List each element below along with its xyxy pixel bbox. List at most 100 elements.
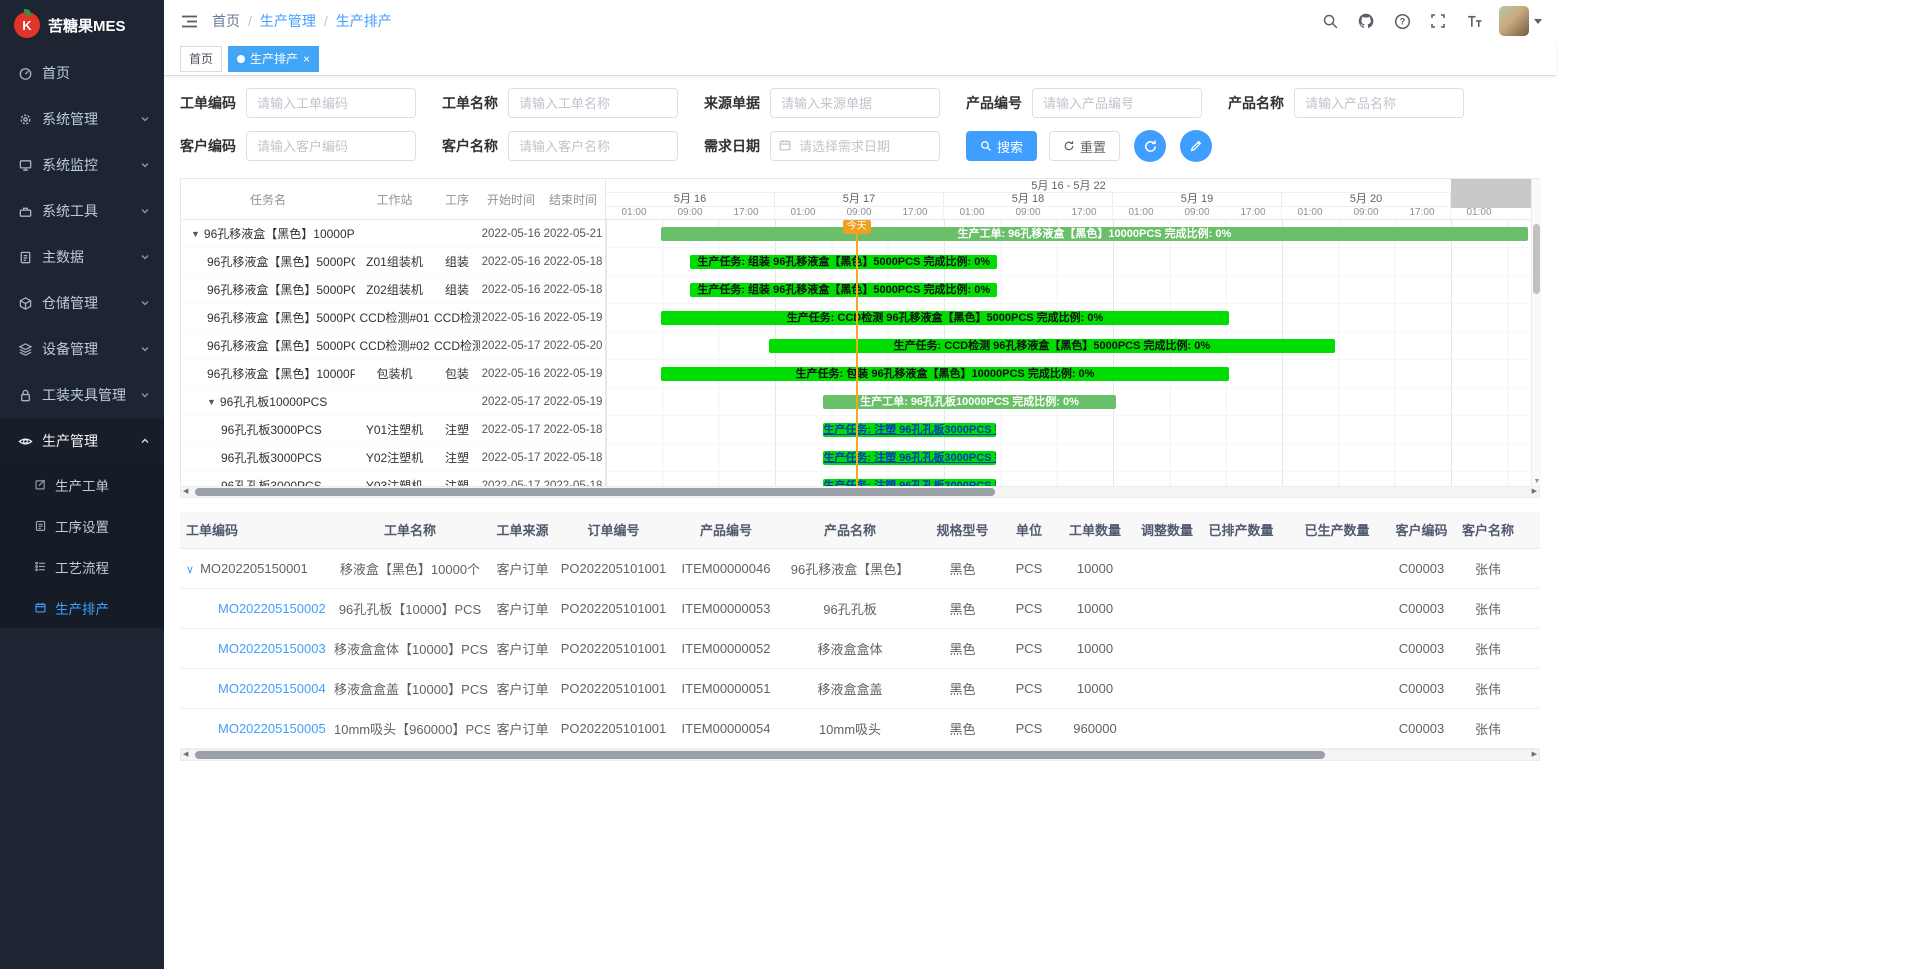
scroll-right-arrow-icon[interactable]: ▶ <box>1530 750 1539 760</box>
product-name-input[interactable] <box>1294 88 1464 118</box>
sidebar-item-warehouse[interactable]: 仓储管理 <box>0 280 164 326</box>
gantt-row-task[interactable]: 96孔移液盒【黑色】5000PCS CCD检测#02 CCD检测 2022-05… <box>181 332 605 360</box>
sidebar-item-system-tools[interactable]: 系统工具 <box>0 188 164 234</box>
document-icon <box>18 250 33 265</box>
sidebar-item-tooling[interactable]: 工装夹具管理 <box>0 372 164 418</box>
workorder-code-link[interactable]: MO202205150002 <box>218 601 326 616</box>
gantt-bar-task-selected[interactable]: 生产任务: 注塑 96孔孔板3000PCS 完成比例: 0% <box>823 451 996 465</box>
gantt-bar-task[interactable]: 生产任务: 包装 96孔移液盒【黑色】10000PCS 完成比例: 0% <box>661 367 1230 381</box>
today-badge: 今天 <box>843 220 871 234</box>
close-icon[interactable]: × <box>303 53 310 65</box>
scroll-right-arrow-icon[interactable]: ▶ <box>1530 487 1539 497</box>
gantt-row-task[interactable]: 96孔孔板3000PCS Y02注塑机 注塑 2022-05-17 2022-0… <box>181 444 605 472</box>
sidebar-toggle-icon[interactable] <box>178 10 200 32</box>
chevron-down-icon <box>140 295 150 311</box>
collapse-caret-icon[interactable]: ▼ <box>191 229 200 239</box>
sidebar-item-home[interactable]: 首页 <box>0 50 164 96</box>
timeline-header: 5月 16 - 5月 22 5月 16 5月 17 5月 18 5月 19 5月… <box>606 179 1531 220</box>
help-icon[interactable]: ? <box>1391 10 1413 32</box>
row-expand-icon[interactable]: ∨ <box>186 564 194 576</box>
scroll-left-arrow-icon[interactable]: ◀ <box>181 750 190 760</box>
caret-down-icon <box>1534 19 1542 24</box>
layers-icon <box>18 342 33 357</box>
customer-code-input[interactable] <box>246 131 416 161</box>
scroll-down-arrow-icon[interactable]: ▼ <box>1532 478 1542 485</box>
source-doc-input[interactable] <box>770 88 940 118</box>
breadcrumb: 首页 / 生产管理 / 生产排产 <box>212 11 392 31</box>
workorder-code-input[interactable] <box>246 88 416 118</box>
workorder-code-link[interactable]: MO202205150003 <box>218 641 326 656</box>
table-row[interactable]: MO202205150004 移液盒盒盖【10000】PCS 客户订单 PO20… <box>180 668 1540 708</box>
table-horizontal-scrollbar[interactable]: ◀ ▶ <box>180 749 1540 761</box>
filter-row-1: 工单编码 工单名称 来源单据 产品编号 产品名称 <box>180 88 1540 118</box>
gantt-bar-task[interactable]: 生产任务: 组装 96孔移液盒【黑色】5000PCS 完成比例: 0% <box>690 283 997 297</box>
app-window: 苦糖果MES 首页 系统管理 系统监控 系统工具 <box>0 0 1556 969</box>
gantt-task-table: 任务名 工作站 工序 开始时间 结束时间 ▼96孔移液盒【黑色】10000PCS… <box>181 179 606 486</box>
sidebar-item-production[interactable]: 生产管理 <box>0 418 164 464</box>
sidebar-item-process-flow[interactable]: 工艺流程 <box>0 546 164 587</box>
scrollbar-thumb[interactable] <box>195 488 995 496</box>
breadcrumb-production-mgmt[interactable]: 生产管理 <box>260 11 316 31</box>
timeline-header-filler <box>1451 179 1531 208</box>
gantt-horizontal-scrollbar[interactable]: ◀ ▶ <box>180 486 1540 498</box>
sidebar-item-production-scheduling[interactable]: 生产排产 <box>0 587 164 628</box>
edit-schedule-button[interactable] <box>1180 130 1212 162</box>
gantt-row-workorder[interactable]: ▼96孔孔板10000PCS 2022-05-17 2022-05-19 <box>181 388 605 416</box>
sidebar-item-process-settings[interactable]: 工序设置 <box>0 505 164 546</box>
tool-icon <box>18 204 33 219</box>
gantt-bar-task-selected[interactable]: 生产任务: 注塑 96孔孔板3000PCS 完成比例: 0% <box>823 423 996 437</box>
gantt-bar-task[interactable]: 生产任务: CCD检测 96孔移液盒【黑色】5000PCS 完成比例: 0% <box>769 339 1335 353</box>
chevron-down-icon <box>140 341 150 357</box>
gantt-row-task[interactable]: 96孔孔板3000PCS Y01注塑机 注塑 2022-05-17 2022-0… <box>181 416 605 444</box>
gantt-timeline: 5月 16 - 5月 22 5月 16 5月 17 5月 18 5月 19 5月… <box>606 179 1531 486</box>
workorder-name-input[interactable] <box>508 88 678 118</box>
github-icon[interactable] <box>1355 10 1377 32</box>
gantt-bar-task-selected[interactable]: 生产任务: 注塑 96孔孔板3000PCS 完成比例: 0% <box>823 479 996 486</box>
gantt-row-task[interactable]: 96孔孔板3000PCS Y03注塑机 注塑 2022-05-17 2022-0… <box>181 472 605 486</box>
workorder-code-link[interactable]: MO202205150004 <box>218 681 326 696</box>
collapse-caret-icon[interactable]: ▼ <box>207 397 216 407</box>
breadcrumb-home[interactable]: 首页 <box>212 11 240 31</box>
customer-name-input[interactable] <box>508 131 678 161</box>
scroll-left-arrow-icon[interactable]: ◀ <box>181 487 190 497</box>
user-menu[interactable] <box>1499 6 1542 36</box>
gantt-vertical-scrollbar[interactable]: ▼ <box>1531 179 1541 486</box>
table-row[interactable]: ∨MO202205150001 移液盒【黑色】10000个 客户订单 PO202… <box>180 548 1540 588</box>
font-size-icon[interactable] <box>1463 10 1485 32</box>
workorder-code-link[interactable]: MO202205150005 <box>218 721 326 736</box>
sidebar-item-master-data[interactable]: 主数据 <box>0 234 164 280</box>
sidebar-item-system-monitor[interactable]: 系统监控 <box>0 142 164 188</box>
chevron-down-icon <box>140 111 150 127</box>
search-button[interactable]: 搜索 <box>966 131 1037 161</box>
sidebar-item-system-mgmt[interactable]: 系统管理 <box>0 96 164 142</box>
tab-production-scheduling[interactable]: 生产排产 × <box>228 46 319 72</box>
gantt-row-task[interactable]: 96孔移液盒【黑色】5000PCS CCD检测#01 CCD检测 2022-05… <box>181 304 605 332</box>
product-code-input[interactable] <box>1032 88 1202 118</box>
tab-home[interactable]: 首页 <box>180 46 222 72</box>
search-icon[interactable] <box>1319 10 1341 32</box>
sync-schedule-button[interactable] <box>1134 130 1166 162</box>
table-row[interactable]: MO202205150005 10mm吸头【960000】PCS 客户订单 PO… <box>180 708 1540 748</box>
sidebar-item-equipment[interactable]: 设备管理 <box>0 326 164 372</box>
table-row[interactable]: MO202205150002 96孔孔板【10000】PCS 客户订单 PO20… <box>180 588 1540 628</box>
gantt-row-workorder[interactable]: ▼96孔移液盒【黑色】10000PCS 2022-05-16 2022-05-2… <box>181 220 605 248</box>
gantt-row-task[interactable]: 96孔移液盒【黑色】5000PCS Z01组装机 组装 2022-05-16 2… <box>181 248 605 276</box>
fullscreen-icon[interactable] <box>1427 10 1449 32</box>
clipboard-icon <box>34 519 47 532</box>
table-row[interactable]: MO202205150003 移液盒盒体【10000】PCS 客户订单 PO20… <box>180 628 1540 668</box>
avatar[interactable] <box>1499 6 1529 36</box>
gantt-bar-workorder[interactable]: 生产工单: 96孔移液盒【黑色】10000PCS 完成比例: 0% <box>661 227 1529 241</box>
reset-button[interactable]: 重置 <box>1049 131 1120 161</box>
scrollbar-thumb[interactable] <box>195 751 1325 759</box>
svg-text:?: ? <box>1399 16 1405 26</box>
sidebar-item-work-order[interactable]: 生产工单 <box>0 464 164 505</box>
gantt-bar-workorder[interactable]: 生产工单: 96孔孔板10000PCS 完成比例: 0% <box>823 395 1115 409</box>
timeline-range-label: 5月 16 - 5月 22 <box>606 179 1531 193</box>
app-logo[interactable]: 苦糖果MES <box>0 0 164 50</box>
gantt-row-task[interactable]: 96孔移液盒【黑色】5000PCS Z02组装机 组装 2022-05-16 2… <box>181 276 605 304</box>
gantt-bar-task[interactable]: 生产任务: 组装 96孔移液盒【黑色】5000PCS 完成比例: 0% <box>690 255 997 269</box>
gantt-row-task[interactable]: 96孔移液盒【黑色】10000PCS 包装机 包装 2022-05-16 202… <box>181 360 605 388</box>
scrollbar-thumb[interactable] <box>1533 224 1540 294</box>
gantt-bar-task[interactable]: 生产任务: CCD检测 96孔移液盒【黑色】5000PCS 完成比例: 0% <box>661 311 1230 325</box>
demand-date-input[interactable] <box>770 131 940 161</box>
